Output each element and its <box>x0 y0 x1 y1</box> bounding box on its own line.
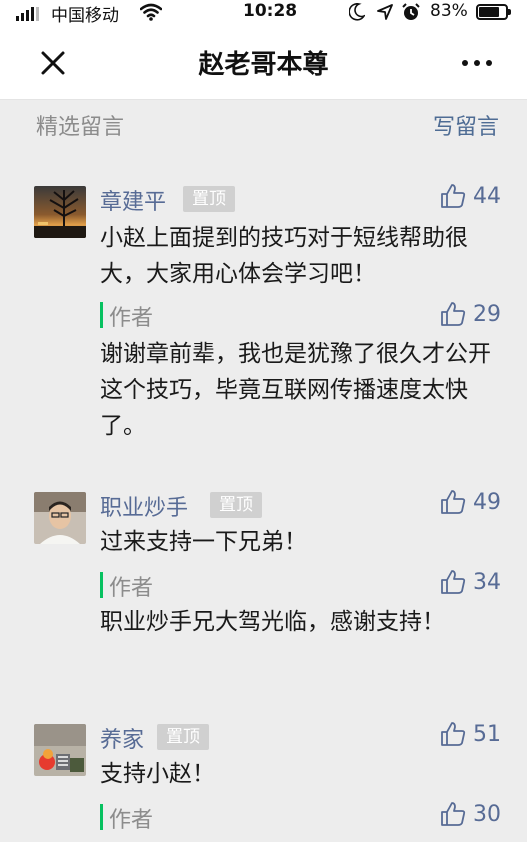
pinned-badge: 置顶 <box>183 186 235 212</box>
author-label: 作者 <box>109 576 154 601</box>
write-comment-link[interactable]: 写留言 <box>433 109 499 141</box>
avatar[interactable] <box>34 492 86 544</box>
author-reply-text: 职业炒手兄大驾光临，感谢支持！ <box>100 609 445 635</box>
battery-percent: 83% <box>430 1 468 21</box>
moon-icon <box>349 3 365 21</box>
pinned-badge: 置顶 <box>157 724 209 750</box>
pinned-badge: 置顶 <box>210 492 262 518</box>
author-marker <box>100 302 103 328</box>
thumbs-up-icon <box>441 302 466 326</box>
page-title: 赵老哥本尊 <box>198 50 329 80</box>
comment-text: 支持小赵！ <box>100 761 215 787</box>
thumbs-up-icon <box>441 802 466 826</box>
nav-bar: 赵老哥本尊 <box>0 24 527 100</box>
thumbs-up-icon <box>441 490 466 514</box>
thumbs-up-icon <box>441 184 466 208</box>
reply-like-count: 29 <box>473 301 501 327</box>
like-count: 44 <box>473 183 501 209</box>
avatar[interactable] <box>34 186 86 238</box>
reply-like-button[interactable]: 30 <box>439 800 501 828</box>
like-button[interactable]: 44 <box>439 182 501 210</box>
author-label: 作者 <box>109 808 154 833</box>
featured-comments-label: 精选留言 <box>36 115 125 140</box>
comment-item: 章建平 置顶 44 小赵上面提到的技巧对于短线帮助很大，大家用心体会学习吧！ 作… <box>0 180 527 470</box>
reply-like-count: 30 <box>473 801 501 827</box>
commenter-name: 章建平 <box>100 190 167 215</box>
reply-like-button[interactable]: 29 <box>439 300 501 328</box>
reply-like-count: 34 <box>473 569 501 595</box>
commenter-name: 职业炒手 <box>100 496 189 521</box>
like-count: 49 <box>473 489 501 515</box>
alarm-clock-icon <box>402 3 420 20</box>
battery-icon <box>476 4 511 20</box>
avatar[interactable] <box>34 724 86 776</box>
reply-like-button[interactable]: 34 <box>439 568 501 596</box>
thumbs-up-icon <box>441 722 466 746</box>
author-marker <box>100 804 103 830</box>
author-marker <box>100 572 103 598</box>
comments-section-header: 精选留言 写留言 <box>0 100 527 150</box>
location-arrow-icon <box>377 4 393 20</box>
more-options-icon[interactable] <box>462 60 492 66</box>
comment-text: 过来支持一下兄弟！ <box>100 529 307 555</box>
wifi-icon <box>140 3 162 21</box>
comment-item: 养家 置顶 51 支持小赵！ 作者 30 <box>0 718 527 842</box>
comment-item: 职业炒手 置顶 49 过来支持一下兄弟！ 作者 34 职业炒手兄大驾光临，感谢支… <box>0 486 527 686</box>
status-bar: 中国移动 10:28 83% <box>0 0 527 26</box>
like-count: 51 <box>473 721 501 747</box>
carrier-name: 中国移动 <box>51 6 119 26</box>
commenter-name: 养家 <box>100 728 145 753</box>
like-button[interactable]: 49 <box>439 488 501 516</box>
author-reply-text: 谢谢章前辈，我也是犹豫了很久才公开这个技巧，毕竟互联网传播速度太快了。 <box>100 341 491 439</box>
author-label: 作者 <box>109 306 154 331</box>
like-button[interactable]: 51 <box>439 720 501 748</box>
clock: 10:28 <box>243 1 298 21</box>
cellular-signal-icon <box>16 7 39 21</box>
thumbs-up-icon <box>441 570 466 594</box>
comment-text: 小赵上面提到的技巧对于短线帮助很大，大家用心体会学习吧！ <box>100 225 468 287</box>
